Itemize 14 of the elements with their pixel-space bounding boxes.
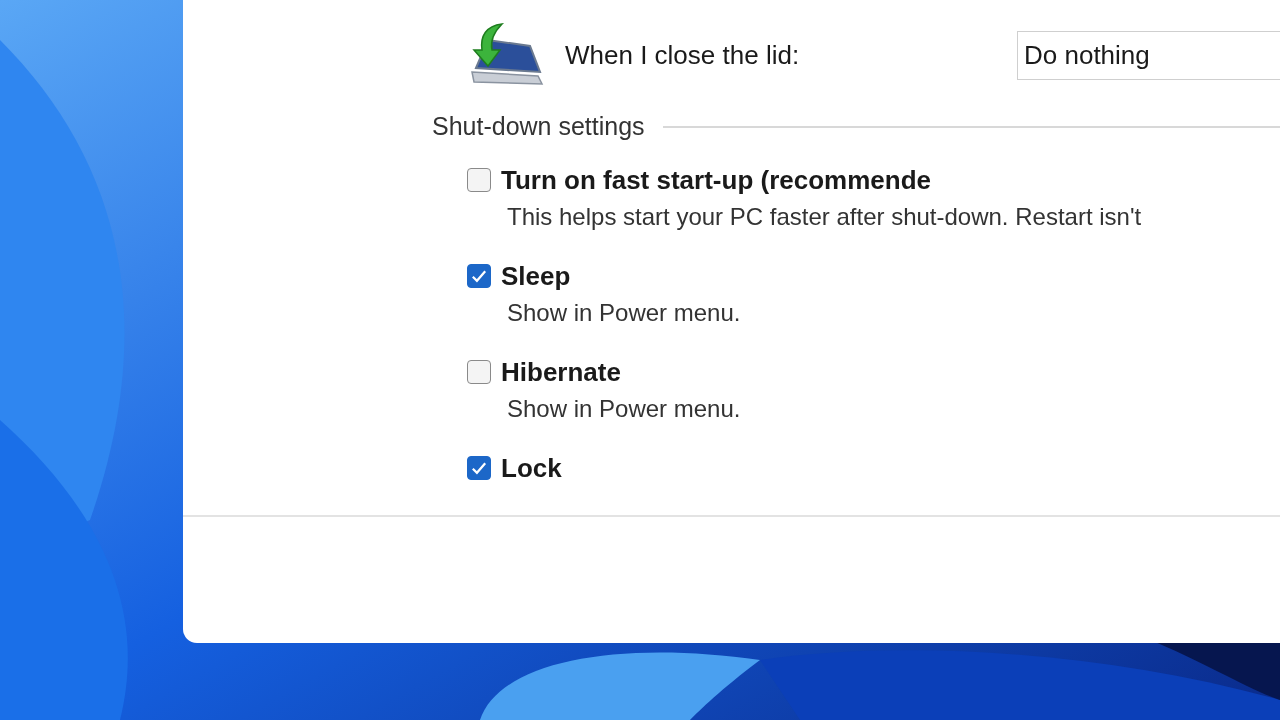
section-title: Shut-down settings [432,112,645,141]
option-label: Hibernate [501,356,621,388]
checkbox[interactable] [467,456,491,480]
checkbox[interactable] [467,360,491,384]
option-label: Lock [501,452,562,484]
option-description: Show in Power menu. [506,395,742,424]
lid-setting-label: When I close the lid: [565,39,801,71]
option-description: Show in Power menu. [506,299,742,328]
option-label: Sleep [501,260,571,292]
option-description: This helps start your PC faster after shut-down. Restart isn't [506,203,1143,232]
checkbox[interactable] [467,264,491,288]
checkbox[interactable] [467,168,491,192]
lid-action-dropdown[interactable]: Do nothing [1017,30,1280,80]
option-label: Turn on fast start-up (recommende [501,164,931,196]
